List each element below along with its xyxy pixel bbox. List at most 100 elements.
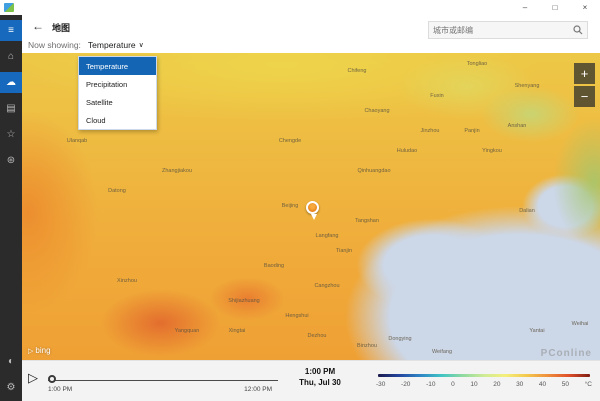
map-city-label: Ulanqab (67, 138, 88, 144)
map-city-label: Anshan (508, 123, 527, 129)
map-city-label: Weifang (432, 349, 452, 355)
map-city-label: Dongying (388, 336, 411, 342)
zoom-out-button[interactable]: − (574, 86, 595, 107)
back-button[interactable]: ← (32, 19, 44, 33)
watermark: PConline (541, 348, 592, 359)
hamburger-icon: ≡ (8, 26, 14, 36)
map-city-label: Tianjin (336, 248, 352, 254)
map-city-label: Dalian (519, 208, 535, 214)
temperature-scale: -30-20-1001020304050°C (376, 361, 592, 401)
sidebar-item-explore[interactable]: ⊛ (0, 150, 22, 171)
map-city-label: Chifeng (348, 68, 367, 74)
map-city-label: Zhangjiakou (162, 168, 192, 174)
scale-tick-label: 20 (493, 381, 500, 388)
close-button[interactable]: × (570, 0, 600, 15)
map-city-label: Yangquan (175, 328, 200, 334)
sidebar-item-settings[interactable]: ⚙ (0, 377, 22, 398)
directions-icon: ▤ (6, 104, 15, 114)
map-city-label: Shenyang (515, 83, 540, 89)
dropdown-item-cloud[interactable]: Cloud (79, 111, 156, 129)
slider-track[interactable] (48, 380, 278, 381)
map-city-label: Cangzhou (314, 283, 339, 289)
map-city-label: Baoding (264, 263, 284, 269)
gear-icon: ⚙ (7, 383, 16, 393)
sidebar-item-home[interactable]: ⌂ (0, 46, 22, 67)
sidebar-item-weather[interactable]: ☁ (0, 72, 22, 93)
home-icon: ⌂ (8, 52, 14, 62)
current-time-block: 1:00 PM Thu, Jul 30 (284, 367, 356, 387)
compass-icon: ⊛ (7, 156, 15, 166)
dropdown-item-satellite[interactable]: Satellite (79, 93, 156, 111)
dropdown-item-temperature[interactable]: Temperature (79, 57, 156, 75)
map-city-label: Huludao (397, 148, 418, 154)
map-city-label: Langfang (316, 233, 339, 239)
layer-dropdown-list: TemperaturePrecipitationSatelliteCloud (78, 56, 157, 130)
map-city-label: Tongliao (467, 61, 488, 67)
temperature-scale-ticks: -30-20-1001020304050°C (376, 381, 592, 388)
scale-tick-label: 40 (539, 381, 546, 388)
now-showing-label: Now showing: (28, 40, 81, 50)
current-time: 1:00 PM (284, 367, 356, 376)
layer-selector-row: Now showing: Temperature ∨ (28, 40, 144, 50)
sidebar-item-favorites[interactable]: ☆ (0, 124, 22, 145)
slider-start-time: 1:00 PM (48, 386, 72, 393)
map-city-label: Shijiazhuang (228, 298, 260, 304)
map-city-label: Xingtai (229, 328, 246, 334)
time-slider[interactable]: 1:00 PM 12:00 PM (48, 361, 278, 401)
app-logo-icon (4, 3, 14, 12)
current-date: Thu, Jul 30 (284, 378, 356, 387)
temperature-scale-gradient (378, 374, 590, 377)
scale-tick-label: 30 (516, 381, 523, 388)
location-pin[interactable] (306, 201, 319, 214)
bing-attribution-label: bing (35, 346, 50, 355)
map-city-label: Yingkou (482, 148, 502, 154)
map-city-label: Dezhou (308, 333, 327, 339)
map-city-label: Xinzhou (117, 278, 137, 284)
sidebar-item-menu[interactable]: ≡ (0, 20, 22, 41)
scale-tick-label: 10 (470, 381, 477, 388)
zoom-in-button[interactable]: + (574, 63, 595, 84)
slider-handle[interactable] (48, 375, 56, 383)
sidebar-item-directions[interactable]: ▤ (0, 98, 22, 119)
map-city-label: Fuxin (430, 93, 443, 99)
maps-app-window: – □ × ≡⌂☁▤☆⊛◐⚙ ← 地图 Now showing: Tempera… (0, 0, 600, 401)
chevron-down-icon: ∨ (139, 41, 144, 49)
map-city-label: Beijing (282, 203, 299, 209)
scale-tick-label: 50 (562, 381, 569, 388)
window-controls: – □ × (510, 0, 600, 15)
bing-attribution: ▷ bing (28, 346, 51, 355)
scale-tick-label: -20 (401, 381, 410, 388)
maximize-button[interactable]: □ (540, 0, 570, 15)
sidebar-bottom-group: ◐⚙ (0, 346, 22, 401)
sidebar-item-feedback[interactable]: ◐ (0, 351, 22, 372)
map-city-label: Datong (108, 188, 126, 194)
scale-tick-label: °C (585, 381, 592, 388)
map-city-label: Chaoyang (364, 108, 389, 114)
map-city-label: Binzhou (357, 343, 377, 349)
scale-tick-label: -30 (376, 381, 385, 388)
map-city-label: Qinhuangdao (357, 168, 390, 174)
map-city-label: Chengde (279, 138, 301, 144)
search-box[interactable] (428, 21, 588, 39)
map-city-label: Panjin (464, 128, 479, 134)
bing-logo-icon: ▷ (28, 347, 33, 355)
search-input[interactable] (433, 26, 573, 35)
dropdown-item-precipitation[interactable]: Precipitation (79, 75, 156, 93)
star-icon: ☆ (7, 130, 16, 140)
map-city-label: Hengshui (285, 313, 308, 319)
search-icon[interactable] (573, 25, 583, 35)
map-zoom-controls: + − (574, 63, 595, 107)
selected-layer-label: Temperature (88, 40, 136, 50)
map-city-label: Tangshan (355, 218, 379, 224)
weather-icon: ☁ (6, 78, 16, 88)
page-title: 地图 (52, 21, 70, 34)
timeline-bar: ▷ 1:00 PM 12:00 PM 1:00 PM Thu, Jul 30 -… (22, 360, 600, 401)
play-button[interactable]: ▷ (28, 371, 38, 384)
map-city-label: Weihai (572, 321, 589, 327)
map-city-label: Jinzhou (421, 128, 440, 134)
layer-dropdown-button[interactable]: Temperature ∨ (88, 40, 144, 50)
minimize-button[interactable]: – (510, 0, 540, 15)
slider-end-time: 12:00 PM (244, 386, 272, 393)
scale-tick-label: 0 (451, 381, 455, 388)
titlebar: – □ × (0, 0, 600, 15)
